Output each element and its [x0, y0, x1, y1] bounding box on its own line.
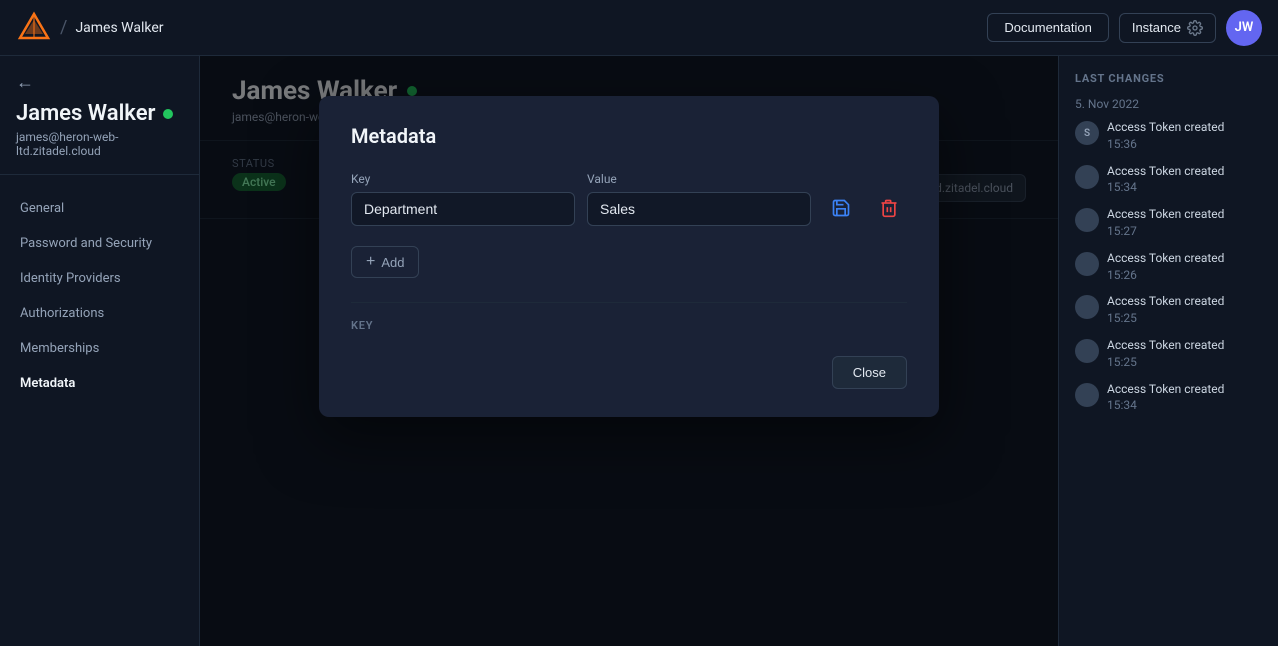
change-item-7: Access Token created 15:34 [1075, 381, 1262, 415]
change-time-2: 15:34 [1107, 180, 1137, 194]
sidebar-item-authorizations[interactable]: Authorizations [0, 296, 199, 331]
user-email: james@heron-web-ltd.zitadel.cloud [16, 130, 183, 158]
change-action-3: Access Token created [1107, 207, 1224, 221]
change-action-4: Access Token created [1107, 251, 1224, 265]
last-changes-title: LAST CHANGES [1075, 72, 1262, 85]
sidebar-item-metadata[interactable]: Metadata [0, 366, 199, 401]
changes-date: 5. Nov 2022 [1075, 97, 1262, 111]
sidebar-item-idp[interactable]: Identity Providers [0, 261, 199, 296]
breadcrumb-separator: / [60, 17, 67, 38]
change-time-1: 15:36 [1107, 137, 1137, 151]
change-time-5: 15:25 [1107, 311, 1137, 325]
change-text-6: Access Token created 15:25 [1107, 337, 1224, 371]
topnav-right: Documentation Instance JW [987, 10, 1262, 46]
change-item-3: Access Token created 15:27 [1075, 206, 1262, 240]
change-avatar-1: S [1075, 121, 1099, 145]
modal-footer: Close [351, 356, 907, 389]
change-text-1: Access Token created 15:36 [1107, 119, 1224, 153]
instance-label: Instance [1132, 20, 1181, 35]
sidebar: ← James Walker james@heron-web-ltd.zitad… [0, 56, 200, 646]
key-column-header: KEY [351, 319, 373, 332]
user-name: James Walker [16, 101, 155, 126]
change-action-7: Access Token created [1107, 382, 1224, 396]
right-panel: LAST CHANGES 5. Nov 2022 S Access Token … [1058, 56, 1278, 646]
back-button[interactable]: ← [16, 72, 34, 93]
modal-overlay: Metadata Key Value [200, 56, 1058, 646]
change-avatar-7 [1075, 383, 1099, 407]
metadata-modal: Metadata Key Value [319, 96, 939, 417]
online-status-dot [163, 109, 173, 119]
change-action-2: Access Token created [1107, 164, 1224, 178]
key-form-group: Key [351, 172, 575, 226]
change-time-7: 15:34 [1107, 398, 1137, 412]
add-metadata-button[interactable]: + Add [351, 246, 419, 278]
change-avatar-2 [1075, 165, 1099, 189]
change-action-1: Access Token created [1107, 120, 1224, 134]
save-icon [831, 198, 851, 218]
user-name-row: James Walker [16, 101, 183, 126]
metadata-table-header: KEY [351, 302, 907, 340]
change-text-2: Access Token created 15:34 [1107, 163, 1224, 197]
sidebar-item-memberships[interactable]: Memberships [0, 331, 199, 366]
change-item-1: S Access Token created 15:36 [1075, 119, 1262, 153]
documentation-button[interactable]: Documentation [987, 13, 1108, 42]
change-text-3: Access Token created 15:27 [1107, 206, 1224, 240]
close-modal-button[interactable]: Close [832, 356, 907, 389]
change-text-4: Access Token created 15:26 [1107, 250, 1224, 284]
sidebar-nav: General Password and Security Identity P… [0, 183, 199, 409]
change-avatar-3 [1075, 208, 1099, 232]
page-layout: ← James Walker james@heron-web-ltd.zitad… [0, 56, 1278, 646]
value-input[interactable] [587, 192, 811, 226]
save-metadata-button[interactable] [823, 190, 859, 226]
change-item-2: Access Token created 15:34 [1075, 163, 1262, 197]
delete-metadata-button[interactable] [871, 190, 907, 226]
add-plus-icon: + [366, 253, 375, 271]
change-text-7: Access Token created 15:34 [1107, 381, 1224, 415]
logo-area: / James Walker [16, 10, 164, 46]
breadcrumb-user: James Walker [75, 20, 163, 36]
change-action-5: Access Token created [1107, 294, 1224, 308]
change-item-5: Access Token created 15:25 [1075, 293, 1262, 327]
metadata-form-row: Key Value [351, 172, 907, 226]
key-input[interactable] [351, 192, 575, 226]
change-avatar-6 [1075, 339, 1099, 363]
value-form-group: Value [587, 172, 811, 226]
trash-icon [879, 198, 899, 218]
key-label: Key [351, 172, 575, 186]
change-avatar-4 [1075, 252, 1099, 276]
topnav: / James Walker Documentation Instance JW [0, 0, 1278, 56]
change-text-5: Access Token created 15:25 [1107, 293, 1224, 327]
sidebar-item-general[interactable]: General [0, 191, 199, 226]
instance-button[interactable]: Instance [1119, 13, 1216, 43]
change-item-6: Access Token created 15:25 [1075, 337, 1262, 371]
sidebar-item-password[interactable]: Password and Security [0, 226, 199, 261]
modal-title: Metadata [351, 124, 907, 148]
add-label: Add [381, 255, 404, 270]
user-header: ← James Walker james@heron-web-ltd.zitad… [0, 72, 199, 175]
back-row: ← [16, 72, 183, 93]
gear-icon [1187, 20, 1203, 36]
change-action-6: Access Token created [1107, 338, 1224, 352]
change-item-4: Access Token created 15:26 [1075, 250, 1262, 284]
app-logo [16, 10, 52, 46]
content-area: James Walker james@heron-web-ltd.zitadel… [200, 56, 1058, 646]
change-avatar-5 [1075, 295, 1099, 319]
change-time-4: 15:26 [1107, 268, 1137, 282]
value-label: Value [587, 172, 811, 186]
change-time-6: 15:25 [1107, 355, 1137, 369]
user-avatar[interactable]: JW [1226, 10, 1262, 46]
change-time-3: 15:27 [1107, 224, 1137, 238]
